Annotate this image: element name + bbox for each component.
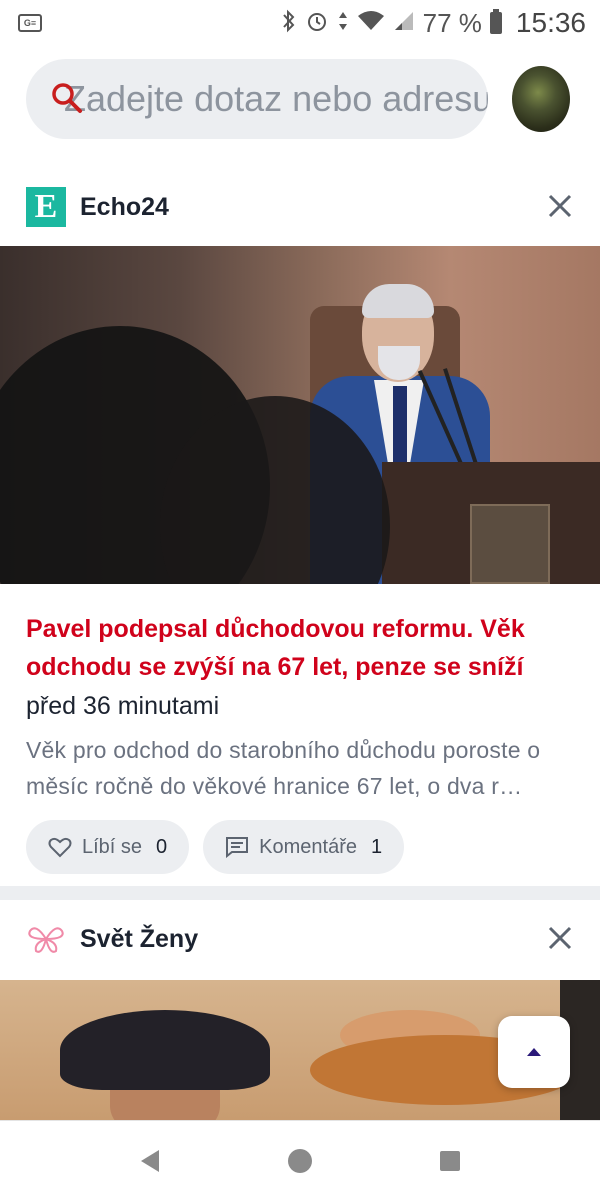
article-image[interactable] bbox=[0, 246, 600, 584]
recents-icon bbox=[440, 1150, 460, 1171]
search-input[interactable] bbox=[46, 78, 488, 120]
comment-count: 1 bbox=[371, 835, 383, 858]
like-button[interactable]: Líbí se 0 bbox=[26, 820, 190, 874]
like-count: 0 bbox=[156, 835, 168, 858]
close-icon[interactable] bbox=[548, 190, 572, 224]
source-name[interactable]: Echo24 bbox=[80, 193, 169, 222]
article-snippet: Věk pro odchod do starobního důchodu por… bbox=[26, 737, 541, 799]
search-row bbox=[26, 58, 600, 140]
heart-icon bbox=[48, 837, 72, 858]
bluetooth-icon bbox=[281, 9, 297, 37]
comment-label: Komentáře bbox=[259, 835, 358, 858]
scroll-to-top-button[interactable] bbox=[498, 1016, 570, 1088]
data-transfer-icon bbox=[337, 9, 349, 37]
echo24-logo: E bbox=[26, 187, 66, 227]
svet-zeny-logo bbox=[28, 927, 64, 953]
clock: 15:36 bbox=[515, 7, 586, 38]
article-content[interactable]: Pavel podepsal důchodovou reformu. Věk o… bbox=[26, 610, 576, 874]
avatar[interactable] bbox=[512, 66, 570, 132]
recents-button[interactable] bbox=[430, 1141, 470, 1181]
card-header-svet-zeny: Svět Ženy bbox=[0, 900, 600, 978]
signal-icon bbox=[393, 10, 415, 36]
home-icon bbox=[288, 1148, 312, 1173]
source-name[interactable]: Svět Ženy bbox=[80, 925, 198, 954]
status-bar: G≡ 77 % 15:36 bbox=[0, 0, 600, 46]
battery-percent: 77 % bbox=[422, 7, 482, 38]
article-actions: Líbí se 0 Komentáře 1 bbox=[26, 820, 576, 874]
search-icon bbox=[52, 83, 82, 113]
article-time: před 36 minutami bbox=[26, 692, 220, 720]
app-notification-icon: G≡ bbox=[18, 14, 42, 32]
comment-icon bbox=[226, 837, 249, 858]
back-button[interactable] bbox=[130, 1141, 170, 1181]
battery-icon bbox=[489, 9, 502, 34]
card-header-echo24: E Echo24 bbox=[0, 168, 600, 246]
close-icon[interactable] bbox=[548, 922, 572, 956]
article-headline[interactable]: Pavel podepsal důchodovou reformu. Věk o… bbox=[26, 610, 576, 686]
system-nav-bar bbox=[0, 1120, 600, 1200]
like-label: Líbí se bbox=[82, 835, 143, 858]
back-icon bbox=[141, 1149, 159, 1172]
card-divider bbox=[0, 886, 600, 900]
home-button[interactable] bbox=[280, 1141, 320, 1181]
comments-button[interactable]: Komentáře 1 bbox=[203, 820, 405, 874]
arrow-up-icon bbox=[527, 1048, 541, 1056]
wifi-icon bbox=[357, 10, 385, 36]
alarm-icon bbox=[305, 9, 329, 37]
search-box[interactable] bbox=[26, 59, 488, 139]
